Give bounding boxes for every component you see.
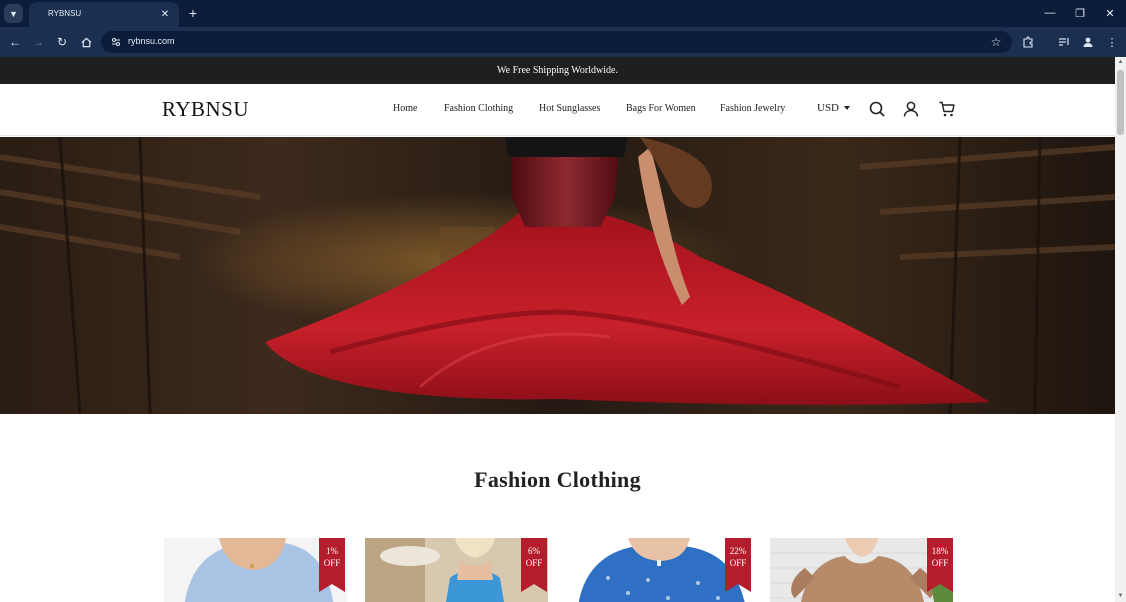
nav-bags-for-women[interactable]: Bags For Women: [626, 103, 696, 114]
new-tab-button[interactable]: +: [184, 4, 202, 22]
discount-badge: 6% OFF: [521, 538, 547, 592]
active-tab[interactable]: RYBNSU ✕: [29, 2, 179, 27]
discount-value: 1%: [326, 546, 338, 556]
site-info-icon[interactable]: [109, 35, 123, 49]
extensions-button[interactable]: [1019, 33, 1037, 51]
scroll-up-icon[interactable]: ▲: [1117, 59, 1124, 66]
product-card[interactable]: 1% OFF: [164, 538, 347, 602]
page-scrollbar[interactable]: ▲ ▼: [1115, 57, 1126, 602]
search-icon: [869, 101, 885, 117]
restore-button[interactable]: ❐: [1071, 4, 1089, 22]
url-text[interactable]: rybnsu.com: [128, 36, 175, 46]
minimize-icon: —: [1044, 7, 1056, 19]
discount-off-label: OFF: [323, 558, 341, 568]
nav-fashion-jewelry[interactable]: Fashion Jewelry: [720, 103, 785, 114]
product-card[interactable]: 22% OFF: [568, 538, 751, 602]
discount-badge: 22% OFF: [725, 538, 751, 592]
currency-selector[interactable]: USD: [817, 102, 851, 114]
minimize-button[interactable]: —: [1041, 4, 1059, 22]
arrow-left-icon: ←: [9, 35, 21, 49]
discount-off-label: OFF: [729, 558, 747, 568]
close-window-button[interactable]: ✕: [1101, 4, 1119, 22]
close-icon: ✕: [1105, 7, 1115, 20]
currency-value: USD: [817, 102, 840, 114]
page-viewport: We Free Shipping Worldwide. RYBNSU Home …: [0, 57, 1115, 602]
discount-off-label: OFF: [525, 558, 543, 568]
profile-button[interactable]: [1079, 33, 1097, 51]
nav-home[interactable]: Home: [393, 103, 417, 114]
scroll-down-icon[interactable]: ▼: [1117, 593, 1124, 600]
hero-banner[interactable]: [0, 137, 1115, 414]
discount-value: 18%: [931, 546, 949, 556]
more-vertical-icon: ⋮: [1106, 36, 1118, 49]
discount-badge: 1% OFF: [319, 538, 345, 592]
close-tab-button[interactable]: ✕: [158, 7, 172, 21]
account-button[interactable]: [902, 100, 920, 118]
discount-value: 6%: [528, 546, 540, 556]
user-icon: [903, 101, 919, 117]
browser-menu-button[interactable]: ⋮: [1103, 33, 1121, 51]
playlist-icon: [1059, 38, 1069, 46]
puzzle-icon: [1023, 36, 1033, 48]
forward-button[interactable]: →: [29, 33, 47, 51]
cart-icon: [939, 101, 955, 117]
plus-icon: +: [188, 5, 198, 21]
close-icon: ✕: [160, 8, 170, 20]
discount-badge: 18% OFF: [927, 538, 953, 592]
browser-tab-bar: ▼ RYBNSU ✕ + — ❐ ✕: [0, 0, 1126, 27]
nav-fashion-clothing[interactable]: Fashion Clothing: [444, 103, 513, 114]
reload-icon: ↻: [56, 35, 68, 49]
product-image: [770, 538, 953, 602]
reload-button[interactable]: ↻: [53, 33, 71, 51]
back-button[interactable]: ←: [6, 33, 24, 51]
media-controls-button[interactable]: [1055, 33, 1073, 51]
store-logo[interactable]: RYBNSU: [162, 97, 249, 122]
restore-icon: ❐: [1075, 7, 1085, 20]
star-icon: ☆: [990, 35, 1002, 49]
scroll-thumb[interactable]: [1117, 70, 1124, 135]
browser-toolbar: ← → ↻ rybnsu.com ☆ ⋮: [0, 27, 1126, 57]
person-icon: [1083, 37, 1093, 47]
discount-off-label: OFF: [931, 558, 949, 568]
tab-search-button[interactable]: ▼: [4, 4, 23, 23]
caret-down-icon: [844, 106, 851, 110]
announcement-bar: We Free Shipping Worldwide.: [0, 57, 1115, 84]
address-bar[interactable]: rybnsu.com ☆: [101, 31, 1012, 53]
site-header: RYBNSU Home Fashion Clothing Hot Sunglas…: [0, 84, 1115, 136]
product-card[interactable]: 18% OFF: [770, 538, 953, 602]
search-button[interactable]: [868, 100, 886, 118]
bookmark-star-button[interactable]: ☆: [988, 34, 1004, 50]
tab-title: RYBNSU: [48, 9, 82, 18]
section-title: Fashion Clothing: [474, 467, 641, 492]
discount-value: 22%: [729, 546, 747, 556]
hero-image: [0, 137, 1115, 414]
product-image: [568, 538, 751, 602]
home-icon: [81, 37, 91, 47]
cart-button[interactable]: [938, 100, 956, 118]
nav-hot-sunglasses[interactable]: Hot Sunglasses: [539, 103, 600, 114]
product-card[interactable]: 6% OFF: [365, 538, 548, 602]
chevron-down-icon: ▼: [9, 8, 18, 19]
home-button[interactable]: [77, 33, 95, 51]
arrow-right-icon: →: [32, 35, 44, 49]
